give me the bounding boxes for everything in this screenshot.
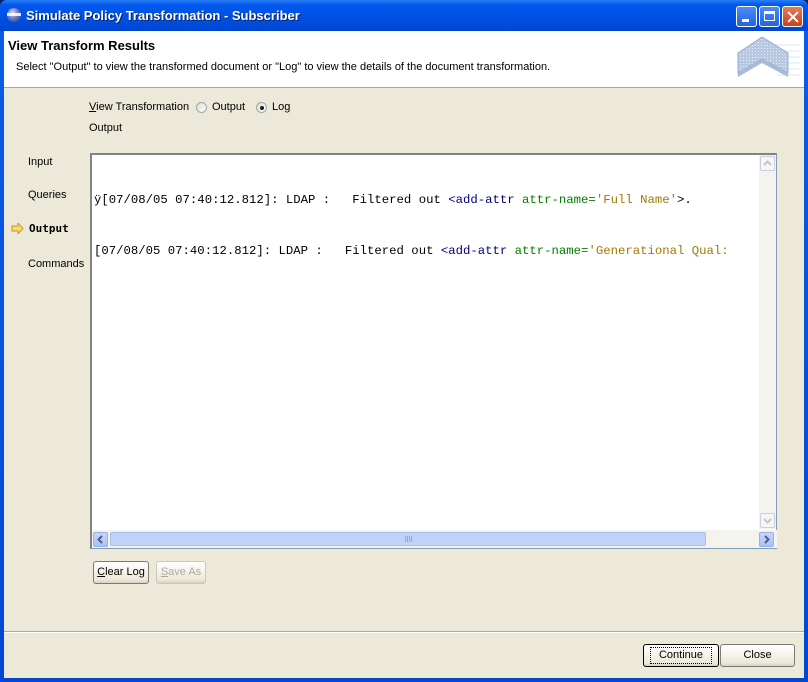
maximize-button[interactable]: [759, 6, 780, 27]
close-window-button[interactable]: [782, 6, 803, 27]
chevron-left-icon: [97, 535, 103, 544]
log-text-area[interactable]: ÿ[07/08/05 07:40:12.812]: LDAP : Filtere…: [90, 153, 777, 549]
dialog-body: View Transform Results Select "Output" t…: [4, 31, 804, 678]
continue-button[interactable]: Continue: [643, 644, 719, 667]
window-title: Simulate Policy Transformation - Subscri…: [26, 8, 300, 23]
scroll-left-button[interactable]: [93, 532, 108, 547]
radio-log-label[interactable]: Log: [272, 101, 290, 113]
chevron-down-icon: [763, 518, 772, 524]
wizard-header: View Transform Results Select "Output" t…: [4, 31, 804, 88]
nav-item-output[interactable]: Output: [29, 222, 69, 235]
clear-log-button[interactable]: Clear Log: [93, 561, 149, 584]
title-bar[interactable]: Simulate Policy Transformation - Subscri…: [0, 0, 808, 31]
nav-item-input[interactable]: Input: [28, 156, 52, 168]
scroll-up-button[interactable]: [760, 156, 775, 171]
view-transformation-label: View Transformation: [89, 101, 190, 113]
scroll-right-button[interactable]: [759, 532, 774, 547]
wizard-banner-icon: [737, 36, 800, 77]
nav-item-queries[interactable]: Queries: [28, 189, 67, 201]
grip-icon: [405, 536, 413, 542]
chevron-up-icon: [763, 160, 772, 166]
radio-output[interactable]: Output: [196, 101, 245, 113]
log-content: ÿ[07/08/05 07:40:12.812]: LDAP : Filtere…: [94, 158, 729, 294]
page-title: View Transform Results: [8, 38, 156, 53]
horizontal-scroll-thumb[interactable]: [110, 532, 706, 546]
save-as-button[interactable]: Save As: [156, 561, 206, 584]
app-icon: [7, 8, 21, 22]
radio-log-circle[interactable]: [256, 101, 267, 113]
footer-divider: [4, 631, 804, 633]
horizontal-scrollbar[interactable]: [92, 530, 777, 548]
log-line: ÿ[07/08/05 07:40:12.812]: LDAP : Filtere…: [94, 193, 692, 207]
vertical-scrollbar[interactable]: [759, 155, 776, 529]
nav-item-commands[interactable]: Commands: [28, 258, 84, 270]
page-description: Select "Output" to view the transformed …: [16, 61, 551, 73]
radio-output-circle[interactable]: [196, 101, 207, 113]
chevron-right-icon: [764, 535, 770, 544]
close-button[interactable]: Close: [720, 644, 795, 667]
log-line: [07/08/05 07:40:12.812]: LDAP : Filtered…: [94, 244, 729, 258]
minimize-button[interactable]: [736, 6, 757, 27]
dialog-window: Simulate Policy Transformation - Subscri…: [0, 0, 808, 682]
scroll-down-button[interactable]: [760, 513, 775, 528]
radio-output-label[interactable]: Output: [212, 101, 245, 113]
output-section-label: Output: [89, 122, 123, 134]
current-step-arrow-icon: [11, 223, 24, 234]
radio-log[interactable]: Log: [256, 101, 290, 113]
